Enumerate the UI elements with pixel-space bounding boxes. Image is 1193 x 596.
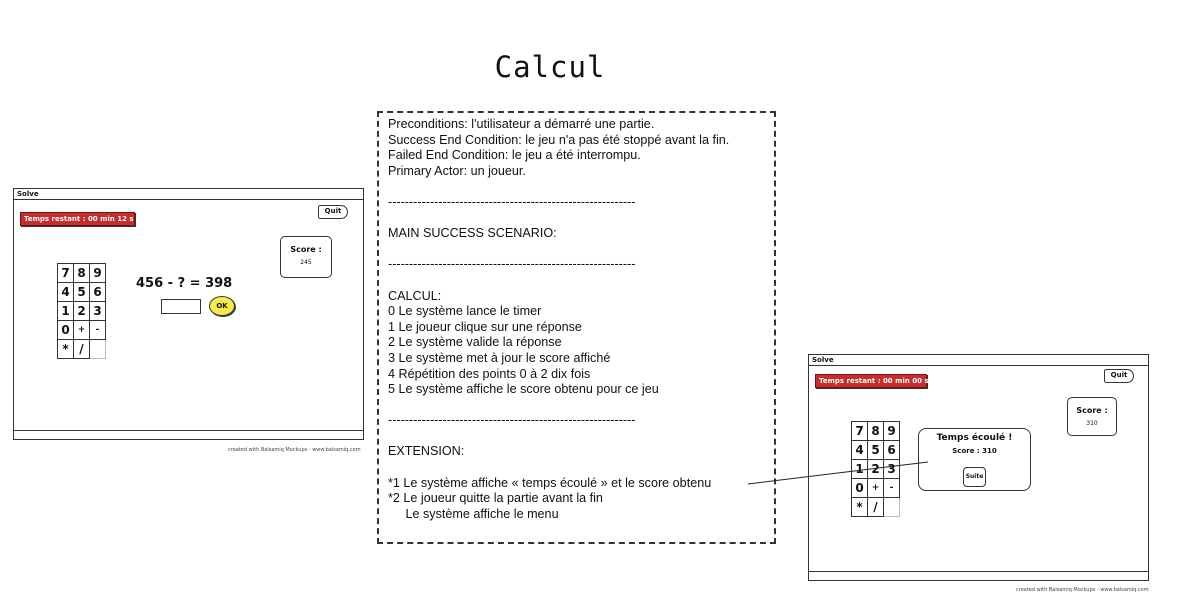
connector-line xyxy=(747,461,929,485)
